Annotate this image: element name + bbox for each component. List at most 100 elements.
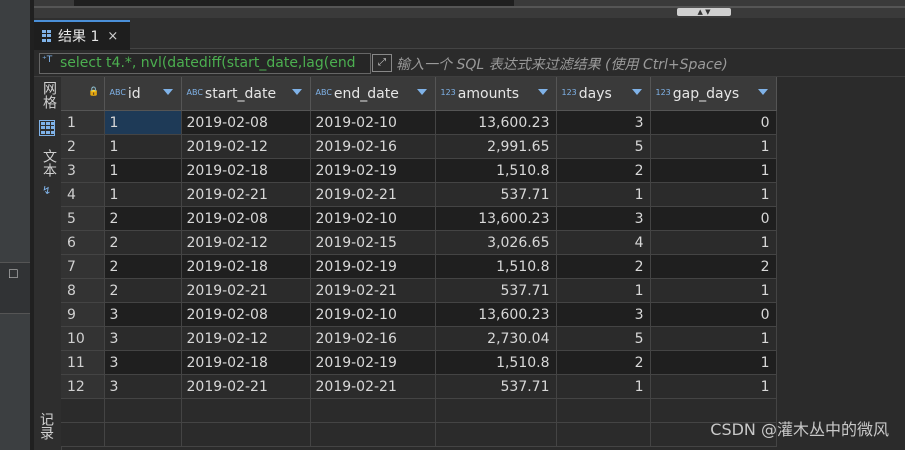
panel-resize-handle[interactable]: ▲ ▼ bbox=[677, 8, 731, 16]
cell-end-date[interactable]: 2019-02-10 bbox=[310, 206, 436, 231]
cell-end-date[interactable]: 2019-02-10 bbox=[310, 110, 436, 135]
cell-id[interactable]: 1 bbox=[104, 110, 182, 135]
cell-start-date[interactable]: 2019-02-18 bbox=[181, 158, 311, 183]
row-number[interactable]: 9 bbox=[61, 302, 105, 327]
sort-icon[interactable] bbox=[416, 89, 427, 95]
row-number[interactable]: 11 bbox=[61, 350, 105, 375]
cell-start-date[interactable]: 2019-02-08 bbox=[181, 302, 311, 327]
cell-end-date[interactable]: 2019-02-15 bbox=[310, 230, 436, 255]
cell-amounts[interactable]: 537.71 bbox=[435, 182, 557, 207]
row-number[interactable]: 7 bbox=[61, 254, 105, 279]
cell-gap-days[interactable]: 0 bbox=[650, 206, 777, 231]
cell-id[interactable]: 2 bbox=[104, 206, 182, 231]
cell-days[interactable]: 1 bbox=[556, 182, 651, 207]
cell-end-date[interactable]: 2019-02-19 bbox=[310, 158, 436, 183]
sort-icon[interactable] bbox=[291, 89, 302, 95]
column-header-start-date[interactable]: ABC start_date bbox=[181, 77, 311, 111]
table-row[interactable]: 6 2 2019-02-12 2019-02-15 3,026.65 4 1 bbox=[61, 230, 777, 255]
cell-gap-days[interactable]: 0 bbox=[650, 302, 777, 327]
cell-gap-days[interactable]: 1 bbox=[650, 374, 777, 399]
cell-start-date[interactable]: 2019-02-12 bbox=[181, 230, 311, 255]
tab-results-1[interactable]: 结果 1 × bbox=[34, 20, 130, 50]
cell-days[interactable]: 1 bbox=[556, 278, 651, 303]
cell-id[interactable]: 1 bbox=[104, 134, 182, 159]
row-number[interactable]: 5 bbox=[61, 206, 105, 231]
cell-start-date[interactable]: 2019-02-21 bbox=[181, 182, 311, 207]
table-row[interactable]: 1 1 2019-02-08 2019-02-10 13,600.23 3 0 bbox=[61, 110, 777, 135]
column-header-amounts[interactable]: 123 amounts bbox=[435, 77, 557, 111]
cell-amounts[interactable]: 13,600.23 bbox=[435, 110, 557, 135]
cell-end-date[interactable]: 2019-02-16 bbox=[310, 326, 436, 351]
filter-placeholder[interactable]: 输入一个 SQL 表达式来过滤结果 (使用 Ctrl+Space) bbox=[396, 54, 728, 74]
grid-view-tab[interactable]: 网格 bbox=[39, 81, 59, 109]
table-row[interactable]: 5 2 2019-02-08 2019-02-10 13,600.23 3 0 bbox=[61, 206, 777, 231]
cell-amounts[interactable]: 2,730.04 bbox=[435, 326, 557, 351]
filter-query-text[interactable]: select t4.*, nvl(datediff(start_date,lag… bbox=[60, 55, 356, 71]
table-row[interactable]: 3 1 2019-02-18 2019-02-19 1,510.8 2 1 bbox=[61, 158, 777, 183]
close-icon[interactable]: × bbox=[107, 29, 118, 44]
cell-amounts[interactable]: 13,600.23 bbox=[435, 302, 557, 327]
cell-end-date[interactable]: 2019-02-21 bbox=[310, 374, 436, 399]
cell-days[interactable]: 2 bbox=[556, 254, 651, 279]
column-header-gap-days[interactable]: 123 gap_days bbox=[650, 77, 777, 111]
table-row[interactable]: 2 1 2019-02-12 2019-02-16 2,991.65 5 1 bbox=[61, 134, 777, 159]
cell-days[interactable]: 3 bbox=[556, 110, 651, 135]
cell-id[interactable]: 3 bbox=[104, 350, 182, 375]
grid-icon[interactable] bbox=[39, 120, 55, 136]
cell-gap-days[interactable]: 1 bbox=[650, 278, 777, 303]
cell-end-date[interactable]: 2019-02-16 bbox=[310, 134, 436, 159]
corner-cell[interactable]: 🔒 bbox=[61, 77, 105, 111]
splitter-line[interactable] bbox=[34, 6, 905, 8]
cell-amounts[interactable]: 537.71 bbox=[435, 374, 557, 399]
sort-icon[interactable] bbox=[631, 89, 642, 95]
sort-icon[interactable] bbox=[537, 89, 548, 95]
column-header-id[interactable]: ABC id bbox=[104, 77, 182, 111]
cell-days[interactable]: 5 bbox=[556, 134, 651, 159]
records-view-tab[interactable]: 记录 bbox=[36, 412, 56, 440]
cell-days[interactable]: 2 bbox=[556, 158, 651, 183]
row-number[interactable]: 10 bbox=[61, 326, 105, 351]
row-number[interactable]: 2 bbox=[61, 134, 105, 159]
table-row[interactable]: 4 1 2019-02-21 2019-02-21 537.71 1 1 bbox=[61, 182, 777, 207]
cell-id[interactable]: 1 bbox=[104, 158, 182, 183]
column-header-end-date[interactable]: ABC end_date bbox=[310, 77, 436, 111]
cell-gap-days[interactable]: 0 bbox=[650, 110, 777, 135]
row-number[interactable]: 6 bbox=[61, 230, 105, 255]
cell-start-date[interactable]: 2019-02-18 bbox=[181, 350, 311, 375]
cell-id[interactable]: 1 bbox=[104, 182, 182, 207]
cell-id[interactable]: 2 bbox=[104, 278, 182, 303]
row-number[interactable]: 1 bbox=[61, 110, 105, 135]
cell-amounts[interactable]: 1,510.8 bbox=[435, 158, 557, 183]
cell-start-date[interactable]: 2019-02-21 bbox=[181, 278, 311, 303]
cell-gap-days[interactable]: 1 bbox=[650, 350, 777, 375]
cell-gap-days[interactable]: 1 bbox=[650, 158, 777, 183]
cell-start-date[interactable]: 2019-02-08 bbox=[181, 110, 311, 135]
table-row[interactable]: 10 3 2019-02-12 2019-02-16 2,730.04 5 1 bbox=[61, 326, 777, 351]
cell-start-date[interactable]: 2019-02-18 bbox=[181, 254, 311, 279]
cell-gap-days[interactable]: 2 bbox=[650, 254, 777, 279]
cell-amounts[interactable]: 2,991.65 bbox=[435, 134, 557, 159]
cell-id[interactable]: 3 bbox=[104, 326, 182, 351]
cell-days[interactable]: 1 bbox=[556, 374, 651, 399]
cell-end-date[interactable]: 2019-02-21 bbox=[310, 182, 436, 207]
cell-end-date[interactable]: 2019-02-21 bbox=[310, 278, 436, 303]
cell-gap-days[interactable]: 1 bbox=[650, 182, 777, 207]
row-number[interactable]: 3 bbox=[61, 158, 105, 183]
row-number[interactable]: 8 bbox=[61, 278, 105, 303]
row-number[interactable]: 12 bbox=[61, 374, 105, 399]
cell-amounts[interactable]: 13,600.23 bbox=[435, 206, 557, 231]
panel-toggle[interactable]: ☐ bbox=[0, 262, 30, 314]
cell-id[interactable]: 3 bbox=[104, 374, 182, 399]
table-row[interactable]: 7 2 2019-02-18 2019-02-19 1,510.8 2 2 bbox=[61, 254, 777, 279]
cell-gap-days[interactable]: 1 bbox=[650, 326, 777, 351]
text-view-tab[interactable]: 文本 bbox=[39, 149, 59, 177]
cell-id[interactable]: 2 bbox=[104, 230, 182, 255]
cell-id[interactable]: 3 bbox=[104, 302, 182, 327]
text-format-icon[interactable]: ↯ bbox=[42, 184, 51, 197]
cell-start-date[interactable]: 2019-02-12 bbox=[181, 134, 311, 159]
row-number[interactable]: 4 bbox=[61, 182, 105, 207]
sort-icon[interactable] bbox=[757, 89, 768, 95]
cell-amounts[interactable]: 1,510.8 bbox=[435, 350, 557, 375]
cell-days[interactable]: 2 bbox=[556, 350, 651, 375]
sort-icon[interactable] bbox=[162, 89, 173, 95]
